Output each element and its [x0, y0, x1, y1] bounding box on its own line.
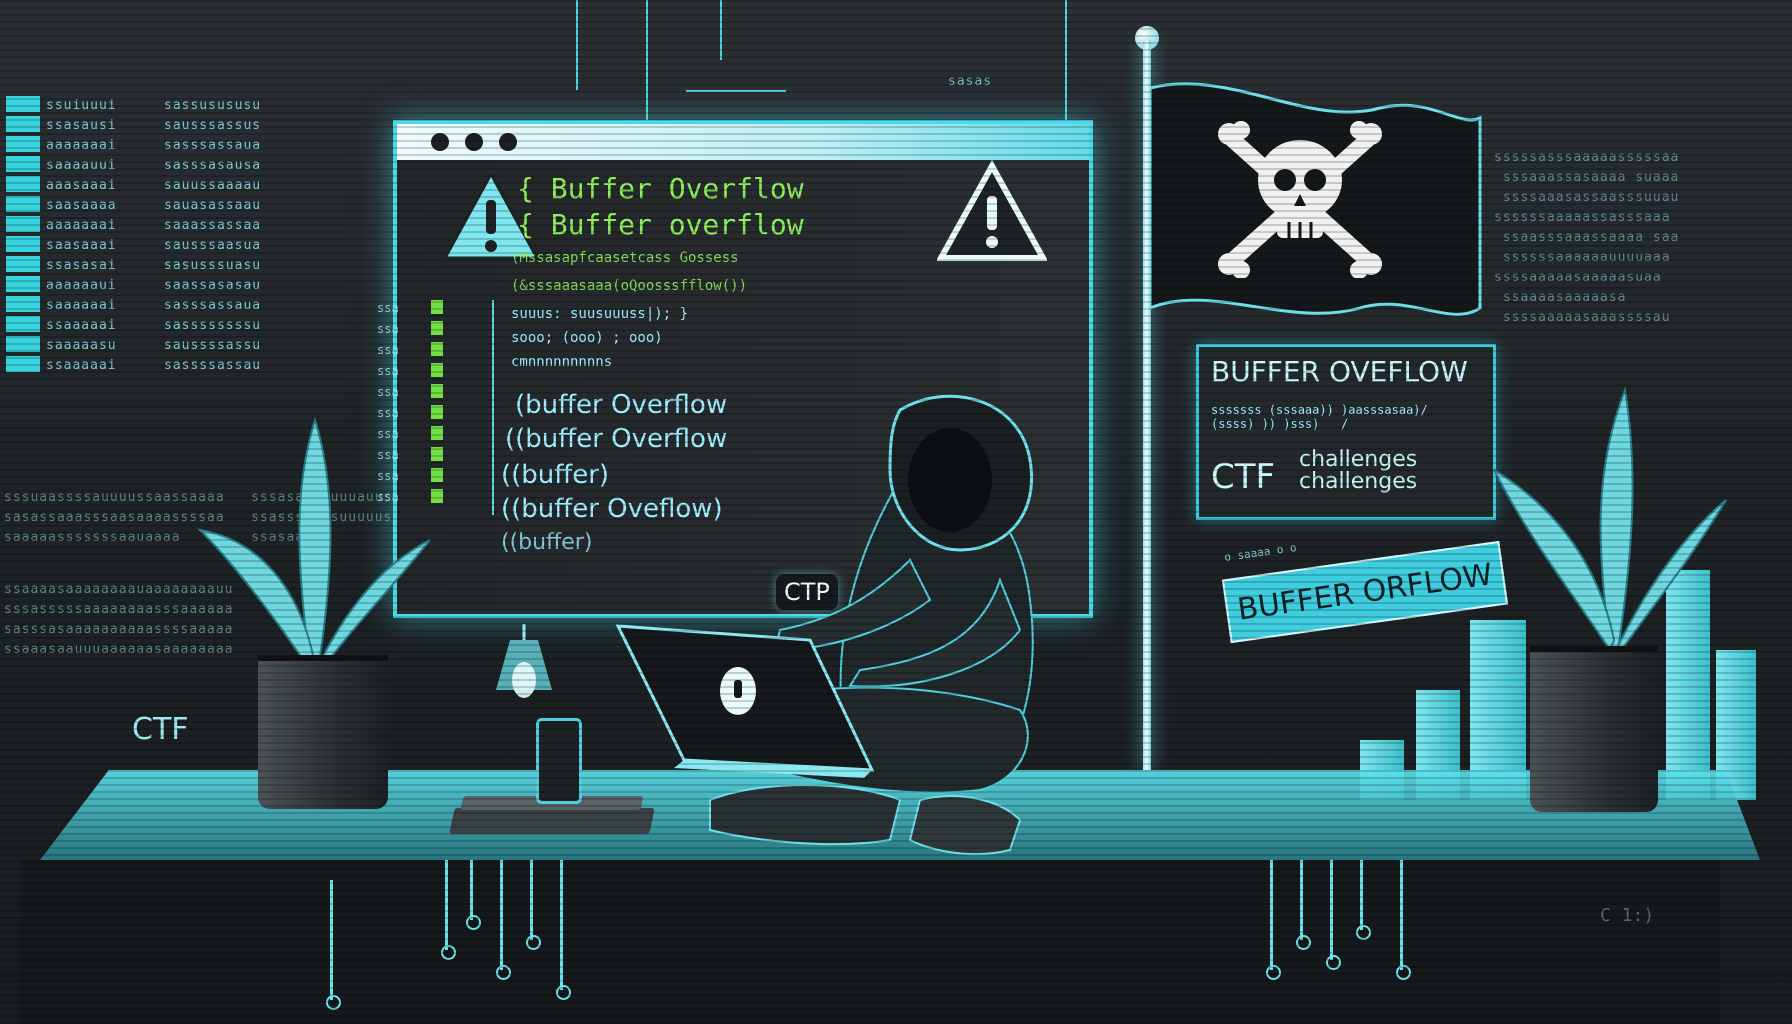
code-line-text: buffer)	[518, 530, 593, 555]
code-line-text: buffer)	[521, 460, 610, 490]
cable-drip	[1296, 860, 1311, 950]
circuit-line	[720, 0, 722, 60]
cable-drip	[1356, 860, 1371, 940]
terminal-title-line: { Buffer Overflow	[517, 172, 804, 205]
plant-pot-right	[1530, 646, 1658, 812]
cable-drip	[1396, 860, 1411, 980]
panel-challenges-label: challenges	[1299, 469, 1418, 494]
panel-heading: BUFFER OVEFLOW	[1211, 355, 1468, 388]
panel-code-line: sssssss (sssaaa)) )aasssasaa)/ (ssss) ))…	[1211, 403, 1428, 431]
corner-label: C 1:)	[1600, 905, 1655, 926]
challenge-info-panel: BUFFER OVEFLOW sssssss (sssaaa)) )aasssa…	[1196, 344, 1496, 520]
jar	[536, 718, 582, 804]
ctf-label-left: CTF	[132, 712, 189, 747]
right-code-column: sssssasssaaaaasssssaa sssaaassasaaaa sua…	[1494, 150, 1680, 325]
plant-leaves-left	[197, 416, 431, 674]
warning-icon	[937, 160, 1047, 261]
cable-drip	[326, 880, 341, 1010]
garbled-code-line: (Mssasapfcaasetcass Gossess	[511, 250, 739, 266]
top-code-snippet: sasas	[948, 74, 993, 89]
circuit-line	[646, 0, 648, 130]
left-code-column: ssuiuuui ssasausi aaaaaaai saaaauui aaas…	[46, 98, 117, 373]
circuit-line	[576, 0, 578, 90]
circuit-line	[1065, 0, 1067, 130]
gutter-divider	[492, 300, 494, 515]
code-line: ((buffer)	[501, 530, 593, 555]
cable-drip	[441, 860, 456, 960]
lock-icon	[720, 667, 756, 715]
code-line: ((buffer)	[501, 460, 610, 490]
left-code-bars	[6, 96, 40, 376]
garbled-code-line: sooo; (ooo) ; ooo)	[511, 330, 663, 346]
terminal-title-line: { Buffer overflow	[517, 208, 804, 241]
cable-drip	[466, 860, 481, 930]
terminal-titlebar	[397, 124, 1089, 160]
cable-drip	[1326, 860, 1341, 970]
desk-front	[20, 860, 1720, 1024]
garbled-code-line: cmnnnnnnnnns	[511, 354, 613, 370]
plant-pot-left	[258, 655, 388, 809]
cable-drip	[556, 860, 571, 1000]
cable-drip	[1266, 860, 1281, 980]
hacker-scene: ssuiuuui ssasausi aaaaaaai saaaauui aaas…	[0, 0, 1792, 1024]
window-minimize-dot[interactable]	[465, 133, 483, 151]
cable-drip	[496, 860, 511, 980]
left-code-column: sassusususu sausssassus sasssassaua sass…	[164, 98, 262, 373]
circuit-line	[686, 90, 786, 92]
window-maximize-dot[interactable]	[499, 133, 517, 151]
cable-drip	[526, 860, 541, 950]
panel-ctf-label: CTF	[1211, 457, 1276, 497]
window-close-dot[interactable]	[431, 133, 449, 151]
plant-leaves-right	[1491, 386, 1727, 654]
garbled-code-line: suuus: suusuuuss|); }	[511, 306, 689, 322]
garbled-code-line: (&sssaaasaaa(oQoosssfflow())	[511, 278, 748, 294]
button-caption: o saaaa o o	[1223, 540, 1298, 565]
skull-crossbones-icon	[1218, 121, 1382, 278]
lamp-icon	[496, 624, 552, 698]
